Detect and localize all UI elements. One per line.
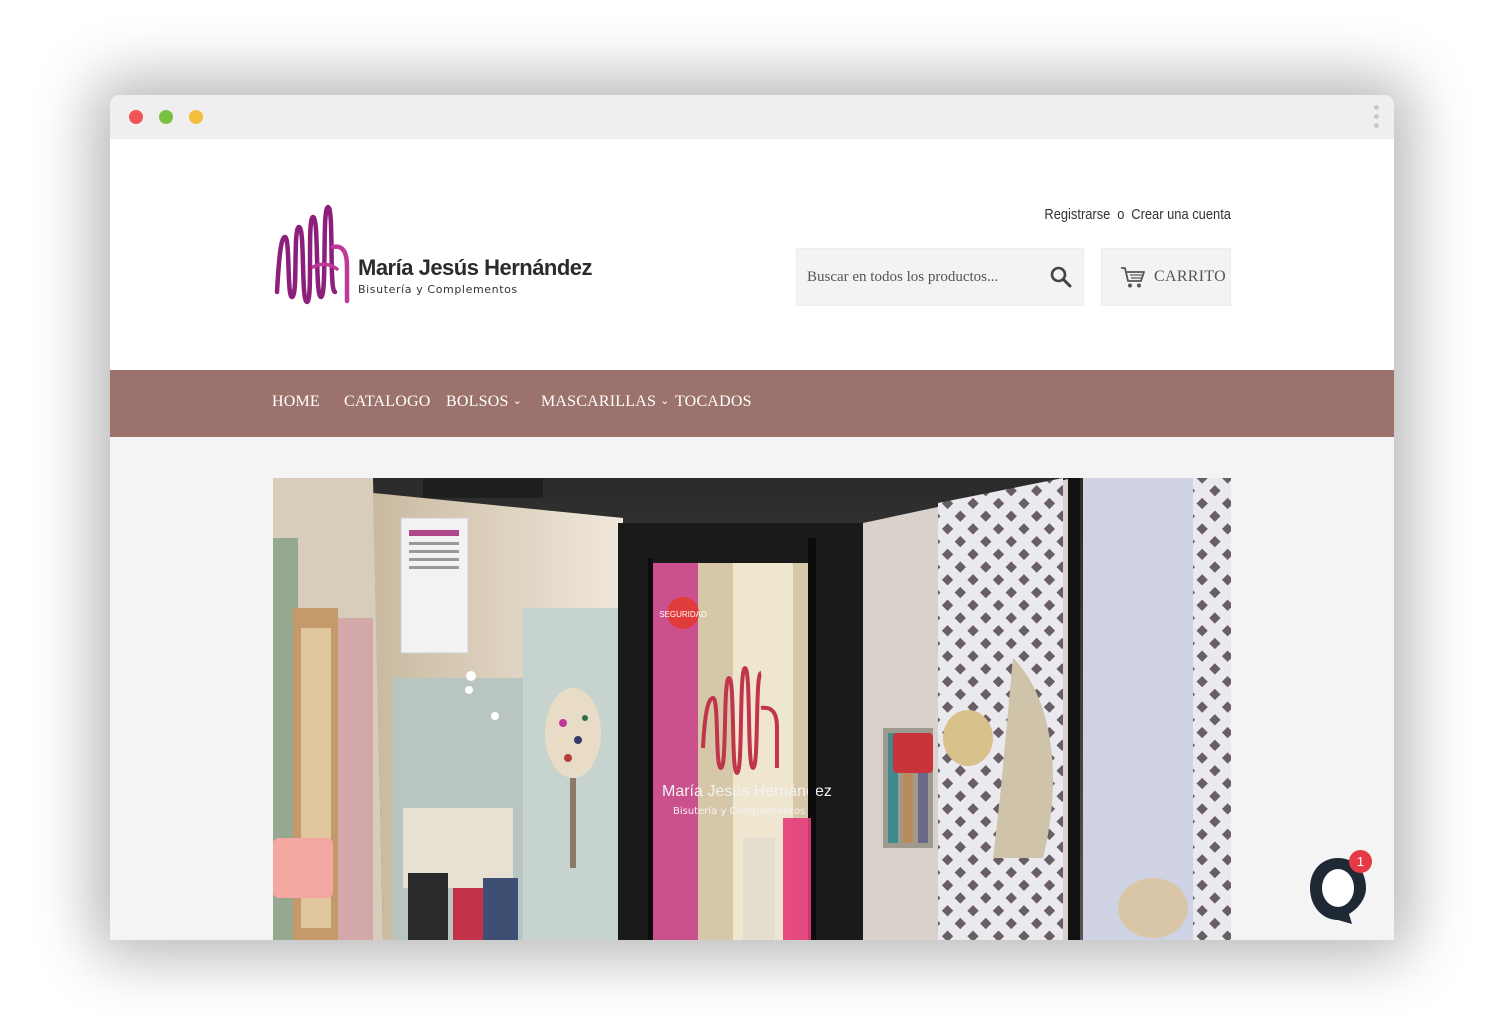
nav-item-label: TOCADOS <box>675 393 752 410</box>
logo-name: María Jesús Hernández <box>358 255 593 280</box>
chat-notification-badge: 1 <box>1349 850 1372 873</box>
login-link[interactable]: Registrarse <box>1044 206 1110 223</box>
search-icon[interactable] <box>1049 265 1073 289</box>
cart-icon <box>1120 265 1146 289</box>
nav-item-label: BOLSOS <box>446 393 509 410</box>
close-window-button[interactable] <box>129 110 143 124</box>
account-links: Registrarse o Crear una cuenta <box>1044 206 1231 223</box>
nav-item-tocados[interactable]: TOCADOS <box>675 393 752 411</box>
logo-mark-icon <box>274 204 350 305</box>
browser-window: María Jesús Hernández Bisutería y Comple… <box>110 95 1394 940</box>
maximize-window-button[interactable] <box>159 110 173 124</box>
nav-item-label: MASCARILLAS <box>541 393 657 410</box>
logo-subtitle: Bisutería y Complementos <box>358 283 518 296</box>
web-page: María Jesús Hernández Bisutería y Comple… <box>110 139 1394 940</box>
nav-item-home[interactable]: HOME <box>272 393 320 411</box>
search-input[interactable] <box>797 249 1037 305</box>
nav-item-mascarillas[interactable]: MASCARILLAS ⌄ <box>541 393 670 411</box>
hero-image: SEGURIDAD María Jesús Hernández Bisuterí… <box>273 478 1231 940</box>
storefront-photo: SEGURIDAD María Jesús Hernández Bisuterí… <box>273 478 1231 940</box>
chevron-down-icon: ⌄ <box>512 395 522 407</box>
create-account-link[interactable]: Crear una cuenta <box>1131 206 1231 223</box>
chevron-down-icon: ⌄ <box>660 395 670 407</box>
nav-item-label: HOME <box>272 393 320 410</box>
minimize-window-button[interactable] <box>189 110 203 124</box>
account-separator: o <box>1117 206 1125 223</box>
cart-button[interactable]: CARRITO <box>1101 248 1231 306</box>
cart-label: CARRITO <box>1154 268 1227 285</box>
main-navigation: HOME CATALOGO BOLSOS ⌄ MASCARILLAS ⌄ TOCAD… <box>110 370 1394 437</box>
browser-titlebar <box>110 95 1394 139</box>
nav-item-catalogo[interactable]: CATALOGO <box>344 393 431 411</box>
search-bar <box>796 248 1084 306</box>
nav-item-bolsos[interactable]: BOLSOS ⌄ <box>446 393 522 411</box>
storefront-sign-subtitle: Bisutería y Complementos <box>673 805 805 817</box>
storefront-sign-name: María Jesús Hernández <box>662 783 832 800</box>
chat-widget-button[interactable]: 1 <box>1307 850 1372 930</box>
nav-item-label: CATALOGO <box>344 393 431 410</box>
kebab-icon[interactable] <box>1372 105 1380 131</box>
site-header: María Jesús Hernández Bisutería y Comple… <box>110 139 1394 370</box>
site-logo[interactable]: María Jesús Hernández Bisutería y Comple… <box>273 197 593 312</box>
svg-text:SEGURIDAD: SEGURIDAD <box>659 610 707 619</box>
